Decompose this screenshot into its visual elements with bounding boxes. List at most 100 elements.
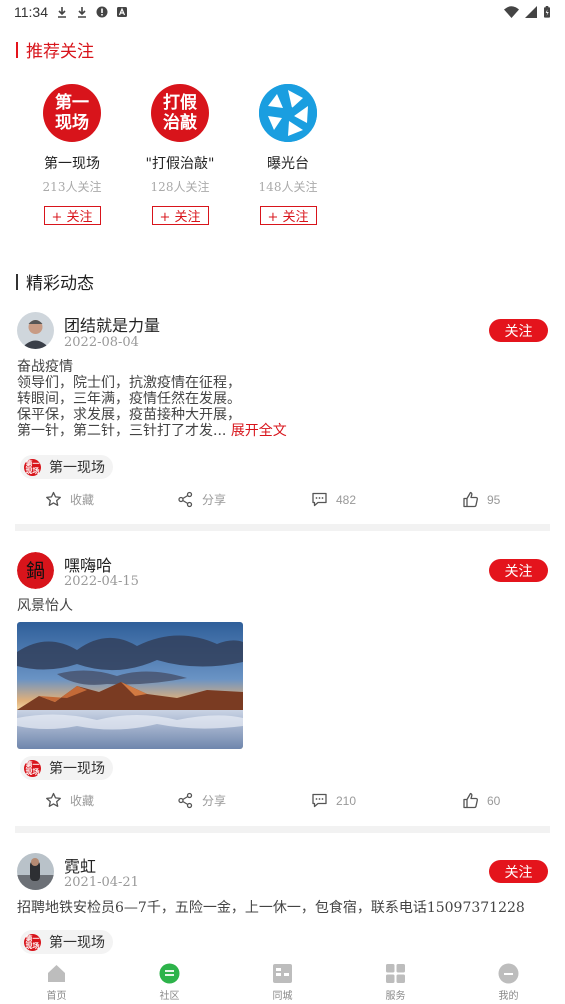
post-text-line: 风景怡人: [17, 598, 73, 614]
topic-tag[interactable]: 第一 现场 第一现场: [20, 930, 113, 954]
profile-icon: [498, 963, 519, 984]
follow-user-button[interactable]: 关注: [489, 860, 548, 883]
thumbs-up-icon: [463, 491, 478, 508]
svg-text:鍋: 鍋: [26, 560, 45, 582]
aperture-icon: [259, 84, 317, 142]
comment-button[interactable]: 210: [311, 792, 356, 809]
favorite-label: 收藏: [70, 794, 95, 808]
post-date: 2022-04-15: [64, 574, 139, 589]
like-button[interactable]: 95: [462, 491, 500, 508]
avatar[interactable]: 鍋: [17, 552, 54, 589]
logo-text: 打假: [163, 93, 197, 113]
topic-label: 第一现场: [49, 935, 105, 951]
follow-channel-button[interactable]: + 关注: [43, 206, 101, 225]
follower-count: 213人关注: [42, 180, 102, 194]
follow-user-button[interactable]: 关注: [489, 319, 548, 342]
channel-name: 第一现场: [44, 156, 100, 172]
logo-text: 现场: [55, 113, 89, 133]
favorite-button[interactable]: 收藏: [45, 491, 94, 508]
post-actions: 收藏 分享 482 95: [0, 491, 565, 511]
section-marker: [16, 273, 18, 290]
favorite-label: 收藏: [70, 493, 95, 507]
like-count: 60: [487, 793, 501, 808]
comment-button[interactable]: 482: [311, 491, 356, 508]
wifi-icon: [504, 6, 519, 18]
post-content[interactable]: 奋战疫情 领导们，院士们，抗激疫情在征程， 转眼间，三年满，疫情任然在发展。 保…: [17, 359, 287, 439]
topic-logo-icon: 第一 现场: [24, 759, 41, 777]
avatar[interactable]: [17, 312, 54, 349]
post-username[interactable]: 霓虹: [64, 853, 96, 877]
favorite-button[interactable]: 收藏: [45, 792, 94, 809]
community-icon: [159, 963, 180, 984]
feed-section-title: 精彩动态: [16, 269, 94, 294]
post-content[interactable]: 风景怡人: [17, 598, 73, 614]
nav-label: 我的: [498, 991, 519, 1002]
follow-channel-button[interactable]: + 关注: [259, 206, 317, 225]
post-divider: [15, 524, 550, 531]
topic-tag[interactable]: 第一 现场 第一现场: [20, 756, 113, 780]
user-photo: 鍋: [17, 552, 54, 589]
recommend-title-text: 推荐关注: [26, 42, 94, 62]
section-marker: [16, 41, 18, 58]
post-date: 2022-08-04: [64, 335, 139, 350]
comment-count: 482: [336, 492, 357, 507]
follow-user-button[interactable]: 关注: [489, 559, 548, 582]
post-text-line: 转眼间，三年满，疫情任然在发展。: [17, 391, 241, 407]
post-username[interactable]: 团结就是力量: [64, 312, 160, 336]
city-icon: [273, 964, 292, 983]
nav-label: 同城: [272, 991, 293, 1002]
download-icon: [78, 7, 86, 18]
topic-logo-icon: 第一 现场: [24, 458, 41, 476]
user-photo: [17, 312, 54, 349]
topic-tag[interactable]: 第一 现场 第一现场: [20, 455, 113, 479]
channel-logo: 第一 现场: [43, 84, 101, 142]
status-time: 11:34: [14, 4, 48, 20]
expand-full-text-link[interactable]: 展开全文: [231, 423, 287, 439]
post-actions: 收藏 分享 210 60: [0, 792, 565, 812]
app-notification-icon: [117, 7, 127, 17]
post-text-line: 保平保，求发展，疫苗接种大开展，: [17, 407, 241, 423]
post-content[interactable]: 招聘地铁安检员6—7千，五险一金，上一休一，包食宿，联系电话1509737122…: [17, 900, 525, 916]
recommend-list: 第一 现场 第一现场 213人关注 + 关注 打假 治敲 "打假治敲" 128人…: [18, 84, 342, 225]
share-label: 分享: [202, 794, 227, 808]
battery-icon: [544, 6, 550, 18]
nav-city[interactable]: 同城: [226, 958, 339, 1004]
recommend-item[interactable]: 第一 现场 第一现场 213人关注 + 关注: [18, 84, 126, 225]
services-icon: [386, 964, 405, 983]
comment-icon: [312, 492, 327, 507]
channel-name: "打假治敲": [145, 156, 215, 172]
signal-icon: [525, 6, 537, 18]
post-text-line: 招聘地铁安检员6—7千，五险一金，上一休一，包食宿，联系电话1509737122…: [17, 900, 525, 916]
post-username[interactable]: 嘿嗨哈: [64, 552, 112, 576]
logo-text: 第一: [55, 93, 89, 113]
share-label: 分享: [202, 493, 227, 507]
recommend-item[interactable]: 打假 治敲 "打假治敲" 128人关注 + 关注: [126, 84, 234, 225]
post-text-line: 第一针，第二针，三针打了才发...: [17, 423, 227, 439]
download-icon: [58, 7, 66, 18]
avatar[interactable]: [17, 853, 54, 890]
post-image[interactable]: [17, 622, 243, 749]
camera-shutter-icon: [259, 84, 317, 142]
share-button[interactable]: 分享: [177, 491, 226, 508]
home-icon: [48, 965, 65, 982]
thumbs-up-icon: [463, 792, 478, 809]
star-icon: [46, 491, 61, 506]
post-text-line: 奋战疫情: [17, 359, 73, 375]
share-button[interactable]: 分享: [177, 792, 226, 809]
recommend-item[interactable]: 曝光台 148人关注 + 关注: [234, 84, 342, 225]
share-icon: [178, 491, 193, 508]
nav-home[interactable]: 首页: [0, 958, 113, 1004]
nav-community[interactable]: 社区: [113, 958, 226, 1004]
follower-count: 148人关注: [258, 180, 318, 194]
nav-label: 首页: [46, 991, 67, 1002]
post-date: 2021-04-21: [64, 875, 139, 890]
alert-icon: [96, 6, 108, 18]
nav-label: 服务: [385, 991, 406, 1002]
follow-channel-button[interactable]: + 关注: [151, 206, 209, 225]
nav-services[interactable]: 服务: [339, 958, 452, 1004]
nav-profile[interactable]: 我的: [452, 958, 565, 1004]
recommend-section-title: 推荐关注: [16, 37, 94, 62]
post-divider: [15, 826, 550, 833]
logo-text: 治敲: [163, 113, 197, 133]
like-button[interactable]: 60: [462, 792, 500, 809]
